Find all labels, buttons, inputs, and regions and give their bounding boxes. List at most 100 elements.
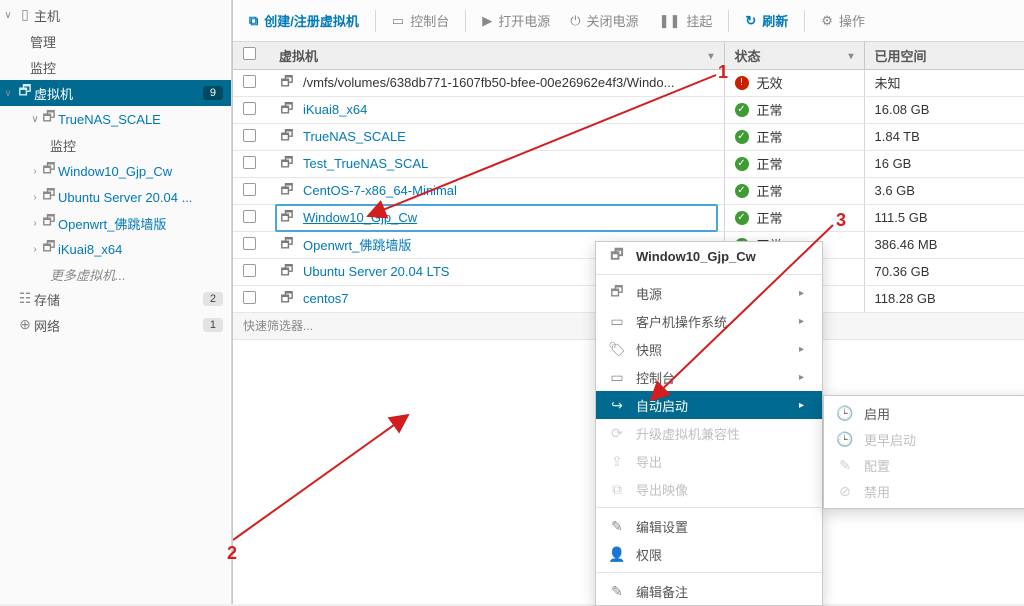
- power-icon: ⏻: [570, 13, 580, 29]
- checkbox[interactable]: [243, 264, 256, 277]
- separator: [375, 10, 376, 32]
- table-row[interactable]: 🗗iKuai8_x64✓正常16.08 GB: [233, 96, 1024, 123]
- nav-vm-monitor[interactable]: 监控: [0, 132, 231, 158]
- vm-state-cell: ✓正常: [724, 177, 864, 204]
- storage-count-badge: 2: [203, 292, 223, 306]
- ctx-edit-settings[interactable]: ✎ 编辑设置: [596, 512, 822, 540]
- actions-button[interactable]: ⚙ 操作: [813, 7, 873, 34]
- checkbox[interactable]: [243, 129, 256, 142]
- network-icon: ⊕: [16, 316, 34, 333]
- ctx-permissions[interactable]: 👤 权限: [596, 540, 822, 568]
- pencil-icon: ✎: [836, 457, 854, 474]
- vm-icon: 🗗: [279, 287, 295, 311]
- row-checkbox-cell[interactable]: [233, 69, 269, 96]
- poweron-button[interactable]: ▶ 打开电源: [474, 7, 558, 34]
- ctx-snapshot[interactable]: 🏷 快照 ▸: [596, 335, 822, 363]
- vm-name-cell[interactable]: 🗗CentOS-7-x86_64-Minimal: [269, 177, 724, 204]
- checkbox[interactable]: [243, 156, 256, 169]
- row-checkbox-cell[interactable]: [233, 96, 269, 123]
- vm-name-cell[interactable]: 🗗TrueNAS_SCALE: [269, 123, 724, 150]
- chevron-right-icon: ▸: [775, 344, 804, 355]
- row-checkbox-cell[interactable]: [233, 177, 269, 204]
- autostart-configure: ✎ 配置: [824, 452, 1024, 478]
- row-checkbox-cell[interactable]: [233, 285, 269, 312]
- nav-vm-item[interactable]: › 🗗 Openwrt_佛跳墙版: [0, 210, 231, 236]
- vm-name-cell[interactable]: 🗗Test_TrueNAS_SCAL: [269, 150, 724, 177]
- poweroff-button[interactable]: ⏻ 关闭电源: [562, 7, 646, 34]
- vm-name-cell[interactable]: 🗗Window10_Gjp_Cw: [269, 204, 724, 231]
- vm-icon: 🗗: [279, 179, 295, 203]
- vm-state-label: 正常: [757, 100, 783, 119]
- col-state-header[interactable]: 状态 ▾: [724, 42, 864, 69]
- checkbox[interactable]: [243, 75, 256, 88]
- vm-name-label: Window10_Gjp_Cw: [303, 210, 417, 225]
- status-ok-icon: ✓: [735, 130, 749, 144]
- table-row[interactable]: 🗗CentOS-7-x86_64-Minimal✓正常3.6 GB: [233, 177, 1024, 204]
- nav-vm-item[interactable]: › 🗗 iKuai8_x64: [0, 236, 231, 262]
- row-checkbox-cell[interactable]: [233, 231, 269, 258]
- create-vm-button[interactable]: ⧉ 创建/注册虚拟机: [241, 7, 367, 34]
- row-checkbox-cell[interactable]: [233, 258, 269, 285]
- vm-icon: 🗗: [40, 106, 58, 130]
- col-name-header[interactable]: 虚拟机 ▾: [269, 42, 724, 69]
- chevron-right-icon: ›: [30, 244, 40, 255]
- ctx-power[interactable]: 🗗 电源 ▸: [596, 279, 822, 307]
- nav-host[interactable]: ∨ ▯ 主机: [0, 2, 231, 28]
- vm-space-cell: 3.6 GB: [864, 177, 1024, 204]
- row-checkbox-cell[interactable]: [233, 204, 269, 231]
- vm-space-cell: 111.5 GB: [864, 204, 1024, 231]
- vm-icon: 🗗: [608, 281, 626, 305]
- table-row[interactable]: 🗗TrueNAS_SCALE✓正常1.84 TB: [233, 123, 1024, 150]
- checkbox[interactable]: [243, 237, 256, 250]
- ctx-edit-notes[interactable]: ✎ 编辑备注: [596, 577, 822, 605]
- nav-host-monitor[interactable]: 监控: [0, 54, 231, 80]
- row-checkbox-cell[interactable]: [233, 123, 269, 150]
- table-row[interactable]: 🗗/vmfs/volumes/638db771-1607fb50-bfee-00…: [233, 69, 1024, 96]
- checkbox[interactable]: [243, 210, 256, 223]
- vm-name-cell[interactable]: 🗗/vmfs/volumes/638db771-1607fb50-bfee-00…: [269, 69, 724, 96]
- vm-state-label: 正常: [757, 127, 783, 146]
- clock-icon: 🕒: [836, 431, 854, 448]
- refresh-button[interactable]: ↻ 刷新: [737, 7, 796, 34]
- vm-icon: 🗗: [279, 71, 295, 95]
- nav-vm-root[interactable]: ∨ 🗗 虚拟机 9: [0, 80, 231, 106]
- console-button[interactable]: ▭ 控制台: [384, 7, 457, 34]
- row-checkbox-cell[interactable]: [233, 150, 269, 177]
- nav-host-manage[interactable]: 管理: [0, 28, 231, 54]
- nav-more-vms[interactable]: 更多虚拟机...: [0, 262, 231, 286]
- nav-vm-item[interactable]: › 🗗 Window10_Gjp_Cw: [0, 158, 231, 184]
- nav-storage[interactable]: ☷ 存储 2: [0, 286, 231, 312]
- ctx-autostart[interactable]: ↪ 自动启动 ▸: [596, 391, 822, 419]
- chevron-down-icon: ▾: [848, 51, 853, 62]
- col-space-header[interactable]: 已用空间: [864, 42, 1024, 69]
- vm-space-cell: 70.36 GB: [864, 258, 1024, 285]
- checkbox[interactable]: [243, 291, 256, 304]
- ctx-export: ⇪ 导出: [596, 447, 822, 475]
- suspend-button[interactable]: ❚❚ 挂起: [651, 7, 721, 34]
- vm-state-cell: ✓正常: [724, 204, 864, 231]
- ctx-guest-os[interactable]: ▭ 客户机操作系统 ▸: [596, 307, 822, 335]
- export-image-icon: ⧉: [608, 481, 626, 498]
- cancel-icon: ⊘: [836, 483, 854, 500]
- separator: [804, 10, 805, 32]
- table-row[interactable]: 🗗Window10_Gjp_Cw✓正常111.5 GB: [233, 204, 1024, 231]
- select-all-header[interactable]: [233, 42, 269, 69]
- status-ok-icon: ✓: [735, 157, 749, 171]
- chevron-down-icon: ∨: [0, 88, 16, 99]
- vm-name-label: Ubuntu Server 20.04 LTS: [303, 264, 449, 279]
- checkbox[interactable]: [243, 47, 256, 60]
- nav-network[interactable]: ⊕ 网络 1: [0, 312, 231, 338]
- checkbox[interactable]: [243, 102, 256, 115]
- console-icon: ▭: [392, 13, 404, 29]
- nav-vm-item[interactable]: ∨ 🗗 TrueNAS_SCALE: [0, 106, 231, 132]
- ctx-export-image: ⧉ 导出映像: [596, 475, 822, 503]
- clock-icon: 🕒: [836, 405, 854, 422]
- host-icon: ▯: [16, 6, 34, 23]
- autostart-enable[interactable]: 🕒 启用: [824, 400, 1024, 426]
- ctx-console[interactable]: ▭ 控制台 ▸: [596, 363, 822, 391]
- storage-icon: ☷: [16, 290, 34, 307]
- table-row[interactable]: 🗗Test_TrueNAS_SCAL✓正常16 GB: [233, 150, 1024, 177]
- vm-name-cell[interactable]: 🗗iKuai8_x64: [269, 96, 724, 123]
- nav-vm-item[interactable]: › 🗗 Ubuntu Server 20.04 ...: [0, 184, 231, 210]
- checkbox[interactable]: [243, 183, 256, 196]
